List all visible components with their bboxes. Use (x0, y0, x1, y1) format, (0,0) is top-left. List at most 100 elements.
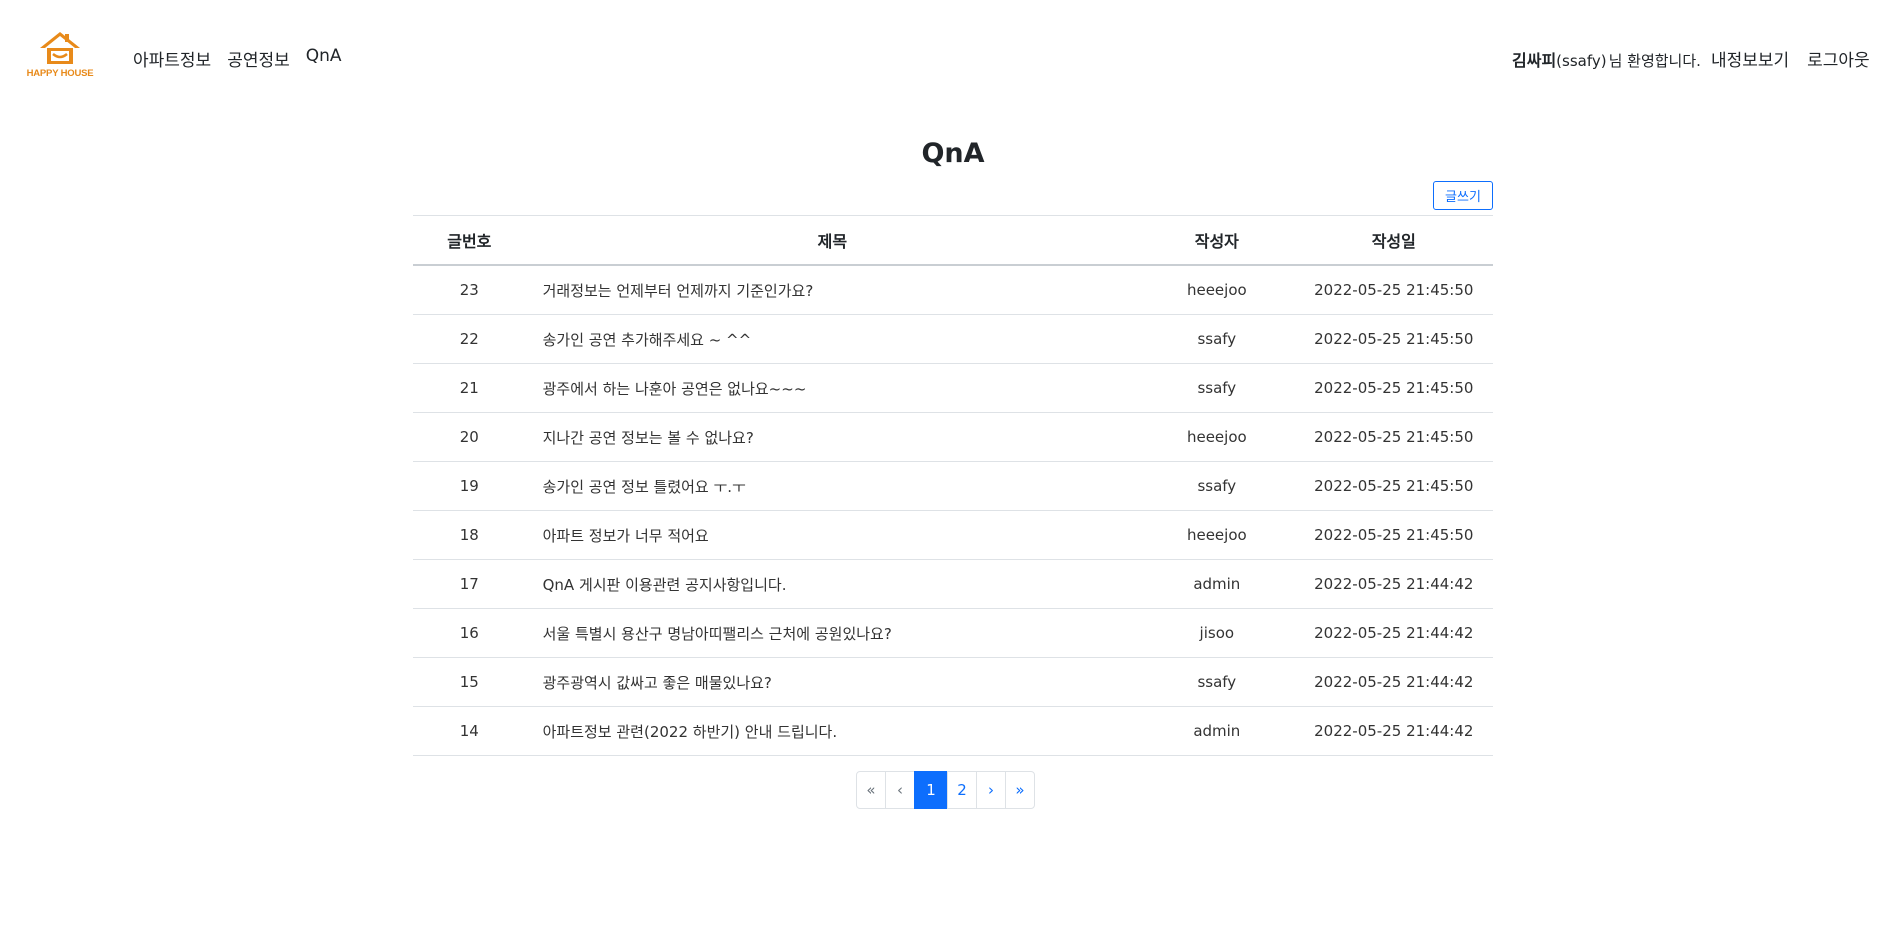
table-row[interactable]: 18 아파트 정보가 너무 적어요 heeejoo 2022-05-25 21:45:… (413, 510, 1493, 560)
post-title[interactable]: QnA 게시판 이용관련 공지사항입니다. (543, 576, 787, 594)
top-navbar: HAPPY HOUSE 아파트정보 공연정보 QnA 김싸피 (ssafy) 님… (0, 0, 1887, 110)
header-title: 제목 (525, 215, 1140, 266)
post-title[interactable]: 광주광역시 값싸고 좋은 매물있나요? (543, 674, 772, 692)
post-number: 22 (459, 330, 479, 348)
pagination: «‹ 1 2 ›» (856, 771, 1035, 809)
post-number: 16 (459, 624, 479, 642)
post-title-cell: 거래정보는 언제부터 언제까지 기준인가요? (525, 265, 1140, 315)
page-1[interactable]: 1 (914, 771, 948, 809)
post-author: ssafy (1197, 673, 1237, 691)
post-author: heeejoo (1186, 526, 1247, 544)
main-nav: 아파트정보 공연정보 QnA (133, 46, 342, 71)
post-number: 21 (459, 379, 479, 397)
table-row[interactable]: 23 거래정보는 언제부터 언제까지 기준인가요? heeejoo 2022-05-2… (413, 265, 1493, 315)
nav-qna[interactable]: QnA (306, 46, 342, 71)
post-title-cell: 광주에서 하는 나훈아 공연은 없나요~~~ (525, 363, 1140, 413)
post-author-cell: ssafy (1139, 363, 1295, 413)
post-number: 20 (459, 428, 479, 446)
post-number-cell: 23 (413, 265, 526, 315)
post-title[interactable]: 거래정보는 언제부터 언제까지 기준인가요? (543, 282, 814, 300)
page-next[interactable]: › (976, 771, 1006, 809)
post-number: 17 (459, 575, 479, 593)
table-row[interactable]: 20 지나간 공연 정보는 볼 수 없나요? heeejoo 2022-05-25 2… (413, 412, 1493, 462)
post-author: heeejoo (1186, 428, 1247, 446)
post-number: 18 (459, 526, 479, 544)
nav-performance-info[interactable]: 공연정보 (227, 46, 290, 71)
post-title-cell: 광주광역시 값싸고 좋은 매물있나요? (525, 657, 1140, 707)
write-button[interactable]: 글쓰기 (1433, 181, 1493, 210)
table-row[interactable]: 21 광주에서 하는 나훈아 공연은 없나요~~~ ssafy 2022-05-25 … (413, 363, 1493, 413)
user-id: (ssafy) (1556, 52, 1607, 70)
post-date-cell: 2022-05-25 21:44:42 (1294, 608, 1493, 658)
page-last[interactable]: » (1005, 771, 1035, 809)
welcome-text: 님 환영합니다. (1608, 52, 1701, 70)
post-date: 2022-05-25 21:44:42 (1314, 722, 1474, 740)
table-row[interactable]: 16 서울 특별시 용산구 명남아띠팰리스 근처에 공원있나요? jisoo 2022… (413, 608, 1493, 658)
post-date-cell: 2022-05-25 21:45:50 (1294, 461, 1493, 511)
post-date: 2022-05-25 21:45:50 (1314, 526, 1474, 544)
post-author: ssafy (1197, 379, 1237, 397)
post-number: 15 (459, 673, 479, 691)
logo-text: HAPPY HOUSE (26, 68, 94, 79)
post-number: 19 (459, 477, 479, 495)
post-title[interactable]: 서울 특별시 용산구 명남아띠팰리스 근처에 공원있나요? (543, 625, 892, 643)
post-number: 23 (459, 281, 479, 299)
post-date: 2022-05-25 21:44:42 (1314, 624, 1474, 642)
post-author-cell: heeejoo (1139, 265, 1295, 315)
user-menu: 김싸피 (ssafy) 님 환영합니다. 내정보보기 로그아웃 (1512, 46, 1870, 71)
post-number-cell: 18 (413, 510, 526, 560)
house-icon (40, 32, 80, 64)
page-first[interactable]: « (856, 771, 886, 809)
post-date-cell: 2022-05-25 21:44:42 (1294, 657, 1493, 707)
post-date: 2022-05-25 21:45:50 (1314, 330, 1474, 348)
table-row[interactable]: 14 아파트정보 관련(2022 하반기) 안내 드립니다. admin 2022-0… (413, 706, 1493, 756)
logout-link[interactable]: 로그아웃 (1807, 46, 1870, 71)
post-date: 2022-05-25 21:45:50 (1314, 281, 1474, 299)
post-date-cell: 2022-05-25 21:45:50 (1294, 412, 1493, 462)
post-author-cell: ssafy (1139, 657, 1295, 707)
post-title-cell: 지나간 공연 정보는 볼 수 없나요? (525, 412, 1140, 462)
post-date: 2022-05-25 21:45:50 (1314, 477, 1474, 495)
post-date: 2022-05-25 21:44:42 (1314, 575, 1474, 593)
table-row[interactable]: 22 송가인 공연 추가해주세요 ~ ^^ ssafy 2022-05-25 21:4… (413, 314, 1493, 364)
post-author: admin (1193, 722, 1241, 740)
post-title-cell: 서울 특별시 용산구 명남아띠팰리스 근처에 공원있나요? (525, 608, 1140, 658)
post-author: admin (1193, 575, 1241, 593)
post-author-cell: ssafy (1139, 461, 1295, 511)
table-row[interactable]: 15 광주광역시 값싸고 좋은 매물있나요? ssafy 2022-05-25 21:… (413, 657, 1493, 707)
post-title[interactable]: 송가인 공연 정보 틀렸어요 ㅜ.ㅜ (543, 478, 746, 496)
post-number-cell: 21 (413, 363, 526, 413)
post-title[interactable]: 아파트 정보가 너무 적어요 (543, 527, 709, 545)
post-title-cell: 아파트정보 관련(2022 하반기) 안내 드립니다. (525, 706, 1140, 756)
post-title[interactable]: 아파트정보 관련(2022 하반기) 안내 드립니다. (543, 723, 838, 741)
header-no: 글번호 (413, 215, 526, 266)
header-author: 작성자 (1139, 215, 1295, 266)
qna-table: 글번호 제목 작성자 작성일 23 거래정보는 언제부터 언제까지 기준인가요? h… (413, 215, 1493, 756)
post-title[interactable]: 광주에서 하는 나훈아 공연은 없나요~~~ (543, 380, 807, 398)
page-2[interactable]: 2 (947, 771, 977, 809)
table-row[interactable]: 19 송가인 공연 정보 틀렸어요 ㅜ.ㅜ ssafy 2022-05-25 21:4… (413, 461, 1493, 511)
post-date: 2022-05-25 21:45:50 (1314, 379, 1474, 397)
happy-house-logo[interactable]: HAPPY HOUSE (18, 30, 102, 82)
post-date-cell: 2022-05-25 21:45:50 (1294, 363, 1493, 413)
post-author-cell: ssafy (1139, 314, 1295, 364)
post-number: 14 (459, 722, 479, 740)
post-number-cell: 19 (413, 461, 526, 511)
post-date-cell: 2022-05-25 21:44:42 (1294, 706, 1493, 756)
post-number-cell: 16 (413, 608, 526, 658)
post-date-cell: 2022-05-25 21:45:50 (1294, 265, 1493, 315)
post-author-cell: heeejoo (1139, 412, 1295, 462)
page-prev[interactable]: ‹ (885, 771, 915, 809)
my-info-link[interactable]: 내정보보기 (1711, 46, 1789, 71)
post-author-cell: heeejoo (1139, 510, 1295, 560)
post-author: ssafy (1197, 330, 1237, 348)
post-title-cell: 아파트 정보가 너무 적어요 (525, 510, 1140, 560)
table-row[interactable]: 17 QnA 게시판 이용관련 공지사항입니다. admin 2022-05-25 2… (413, 559, 1493, 609)
post-title[interactable]: 지나간 공연 정보는 볼 수 없나요? (543, 429, 754, 447)
post-number-cell: 14 (413, 706, 526, 756)
nav-apartment-info[interactable]: 아파트정보 (133, 46, 211, 71)
post-title-cell: QnA 게시판 이용관련 공지사항입니다. (525, 559, 1140, 609)
post-title[interactable]: 송가인 공연 추가해주세요 ~ ^^ (543, 331, 752, 349)
post-number-cell: 22 (413, 314, 526, 364)
table-header-row: 글번호 제목 작성자 작성일 (413, 215, 1493, 266)
